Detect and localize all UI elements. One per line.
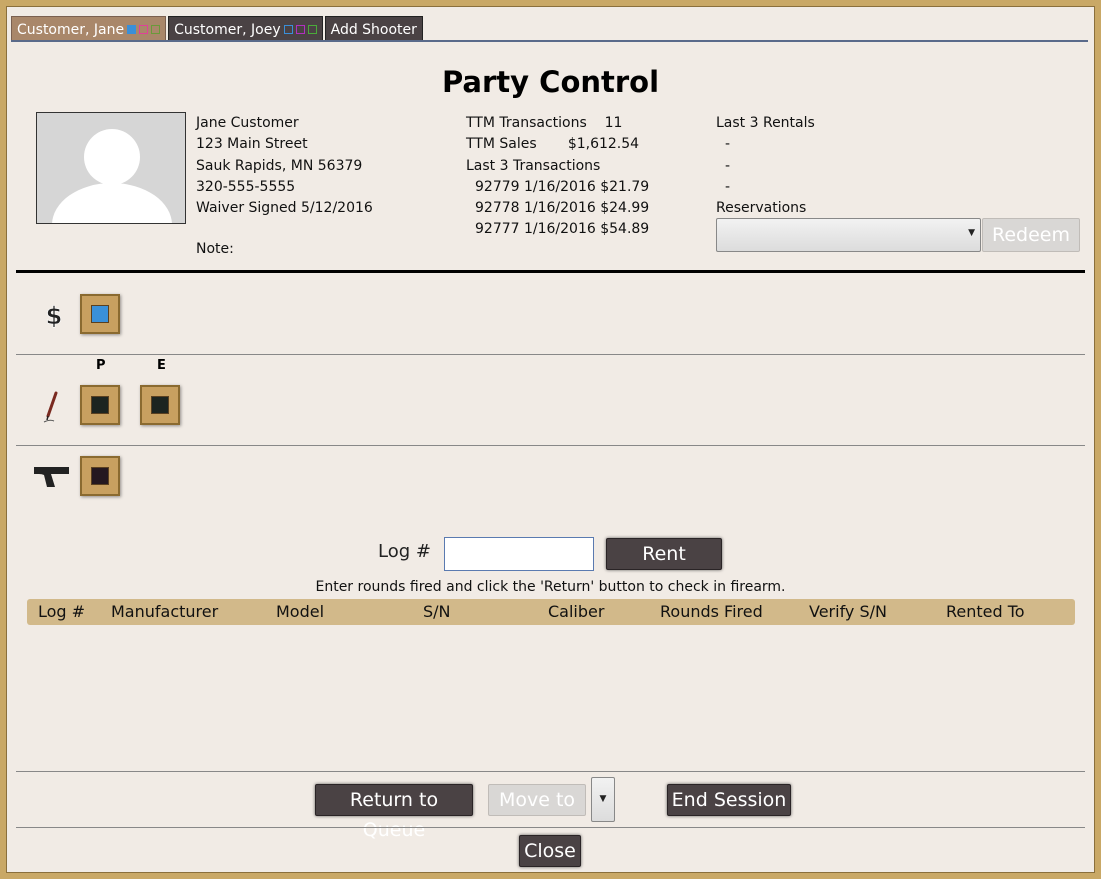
tab-add-shooter[interactable]: Add Shooter xyxy=(324,16,423,42)
pistol-icon xyxy=(34,467,69,487)
caret-down-icon: ▼ xyxy=(968,228,975,238)
status-square-icon xyxy=(127,25,137,34)
rental-item: - xyxy=(725,157,731,174)
transaction-stats: TTM Transactions 11 TTM Sales $1,612.54 … xyxy=(466,113,649,241)
rentals-table-header: Log # Manufacturer Model S/N Caliber Rou… xyxy=(27,599,1075,625)
return-to-queue-button[interactable]: Return to Queue xyxy=(315,784,473,841)
tab-customer-joey[interactable]: Customer, Joey xyxy=(168,16,323,42)
ttm-transactions: TTM Transactions 11 xyxy=(466,113,649,134)
tab-label: Customer, Jane xyxy=(17,21,125,38)
rental-item: - xyxy=(725,136,731,153)
end-session-button[interactable]: End Session xyxy=(667,784,791,816)
reservations-select[interactable]: ▼ xyxy=(716,218,981,252)
close-button[interactable]: Close xyxy=(519,835,581,867)
status-square-icon xyxy=(307,25,317,34)
tab-customer-jane[interactable]: Customer, Jane xyxy=(11,16,167,42)
tab-label: Customer, Joey xyxy=(174,21,281,38)
column-header: Model xyxy=(276,602,325,621)
customer-phone: 320-555-5555 xyxy=(196,178,296,195)
firearm-status-button[interactable] xyxy=(80,456,120,496)
log-number-label: Log # xyxy=(378,541,431,562)
customer-city: Sauk Rapids, MN 56379 xyxy=(196,157,363,174)
ttm-transactions-label: TTM Transactions xyxy=(466,115,587,131)
customer-info: Jane Customer 123 Main Street Sauk Rapid… xyxy=(196,113,373,219)
status-fill xyxy=(91,396,109,414)
move-to-dropdown[interactable]: ▼ xyxy=(591,777,615,822)
status-fill xyxy=(91,305,109,323)
dollar-icon: $ xyxy=(45,302,63,329)
section-divider xyxy=(16,270,1085,273)
column-p-label: P xyxy=(96,358,106,373)
row-divider xyxy=(16,354,1085,355)
status-square-icon xyxy=(151,25,161,34)
last-transactions-label: Last 3 Transactions xyxy=(466,157,601,174)
ttm-sales-value: $1,612.54 xyxy=(567,136,640,153)
status-fill xyxy=(151,396,169,414)
avatar xyxy=(36,112,186,224)
return-hint: Enter rounds fired and click the 'Return… xyxy=(315,579,786,595)
transaction-item: 92778 1/16/2016 $24.99 xyxy=(475,200,650,217)
column-header: Verify S/N xyxy=(809,602,887,621)
party-control-window: Customer, Jane Customer, Joey Add Shoote… xyxy=(6,6,1095,873)
caret-down-icon: ▼ xyxy=(599,794,607,804)
column-e-label: E xyxy=(157,358,166,373)
column-header: Log # xyxy=(38,602,86,621)
column-header: Caliber xyxy=(548,602,605,621)
note-label: Note: xyxy=(196,241,234,257)
ttm-sales: TTM Sales $1,612.54 xyxy=(466,134,649,155)
person-silhouette-icon xyxy=(52,129,172,223)
reservations-label: Reservations xyxy=(716,200,807,217)
column-header: Rented To xyxy=(946,602,1025,621)
footer-divider xyxy=(16,771,1085,772)
page-title: Party Control xyxy=(441,65,660,99)
customer-name: Jane Customer xyxy=(196,115,299,131)
shooter-tabs: Customer, Jane Customer, Joey Add Shoote… xyxy=(11,16,425,42)
footer-divider xyxy=(16,827,1085,828)
redeem-button[interactable]: Redeem xyxy=(982,218,1080,252)
tab-underline xyxy=(11,40,1088,42)
form-p-button[interactable] xyxy=(80,385,120,425)
ttm-transactions-value: 11 xyxy=(604,115,623,131)
row-divider xyxy=(16,445,1085,446)
status-square-icon xyxy=(139,25,149,34)
column-header: Rounds Fired xyxy=(660,602,763,621)
transaction-item: 92779 1/16/2016 $21.79 xyxy=(475,178,650,195)
rental-item: - xyxy=(725,178,731,195)
column-header: Manufacturer xyxy=(111,602,219,621)
customer-waiver: Waiver Signed 5/12/2016 xyxy=(196,200,373,217)
ttm-sales-label: TTM Sales xyxy=(466,136,537,153)
status-square-icon xyxy=(295,25,305,34)
status-square-icon xyxy=(283,25,293,34)
status-fill xyxy=(91,467,109,485)
svg-text:$: $ xyxy=(46,302,63,329)
payment-status-button[interactable] xyxy=(80,294,120,334)
transaction-item: 92777 1/16/2016 $54.89 xyxy=(475,221,650,238)
rentals-info: Last 3 Rentals - - - Reservations xyxy=(716,113,815,219)
column-header: S/N xyxy=(423,602,451,621)
pen-icon xyxy=(43,391,58,423)
customer-street: 123 Main Street xyxy=(196,136,308,153)
move-to-button[interactable]: Move to xyxy=(488,784,586,816)
log-number-input[interactable] xyxy=(444,537,594,571)
form-e-button[interactable] xyxy=(140,385,180,425)
tab-label: Add Shooter xyxy=(330,21,417,38)
last-rentals-label: Last 3 Rentals xyxy=(716,115,815,131)
rent-button[interactable]: Rent xyxy=(606,538,722,570)
